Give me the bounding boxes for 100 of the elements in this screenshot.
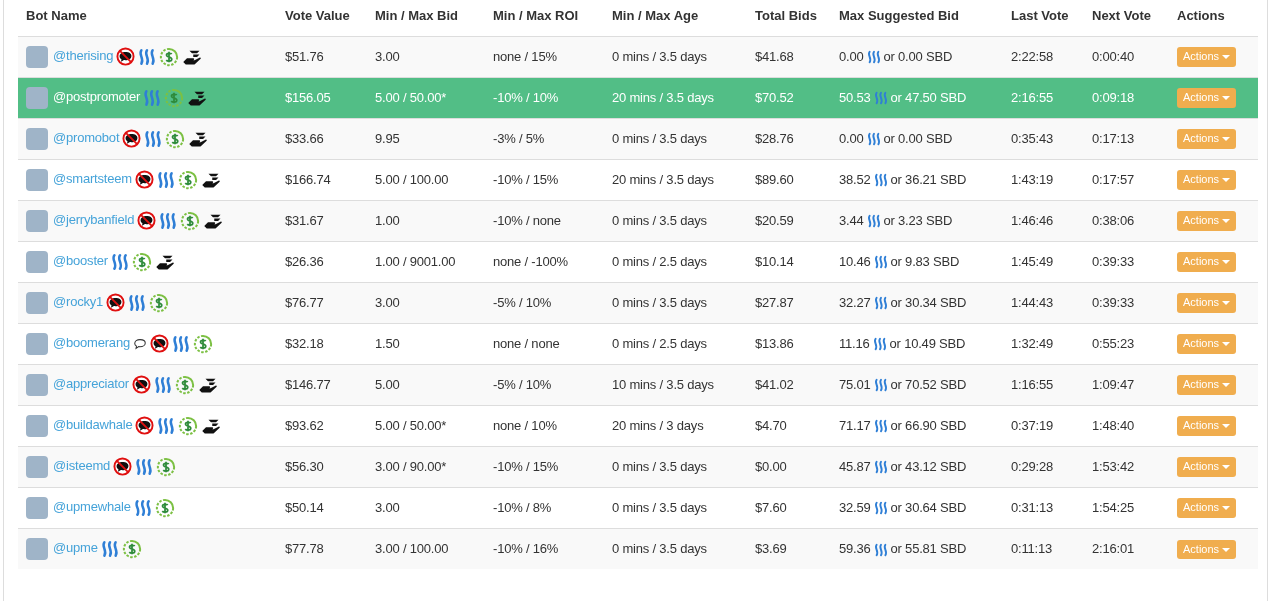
caret-icon — [1222, 260, 1231, 265]
table-cell: $27.87 — [747, 282, 831, 323]
steem-amount: 75.01 — [839, 376, 871, 392]
table-cell: -10% / 15% — [485, 446, 604, 487]
actions-button[interactable]: Actions — [1177, 293, 1237, 313]
steem-icon — [873, 542, 888, 557]
caret-icon — [1222, 383, 1231, 388]
table-cell: $20.59 — [747, 200, 831, 241]
actions-button[interactable]: Actions — [1177, 211, 1237, 231]
actions-button[interactable]: Actions — [1177, 252, 1237, 272]
table-cell: 1.00 — [367, 200, 485, 241]
table-cell: 9.95 — [367, 118, 485, 159]
sbd-amount: or 30.64 SBD — [890, 499, 967, 515]
table-cell: 0:11:13 — [1003, 528, 1084, 569]
actions-button[interactable]: Actions — [1177, 457, 1237, 477]
table-cell: $146.77 — [277, 364, 367, 405]
caret-icon — [1222, 55, 1231, 60]
bot-link[interactable]: @upme — [53, 540, 98, 556]
sbd-amount: or 3.23 SBD — [883, 212, 953, 228]
table-cell: 0:39:33 — [1084, 282, 1169, 323]
actions-button[interactable]: Actions — [1177, 539, 1237, 559]
actions-button[interactable]: Actions — [1177, 88, 1237, 108]
table-cell: -10% / 10% — [485, 77, 604, 118]
sbd-amount: or 9.83 SBD — [890, 253, 960, 269]
table-cell: 2:16:01 — [1084, 528, 1169, 569]
avatar-placeholder — [26, 168, 48, 191]
table-cell: 3.00 / 90.00* — [367, 446, 485, 487]
table-cell: $156.05 — [277, 77, 367, 118]
table-cell: 1:53:42 — [1084, 446, 1169, 487]
sbd-amount: or 55.81 SBD — [890, 541, 967, 556]
column-header: Next Vote — [1084, 0, 1169, 36]
actions-button[interactable]: Actions — [1177, 129, 1237, 149]
steem-icon — [873, 378, 888, 393]
bot-link[interactable]: @isteemd — [53, 457, 111, 473]
actions-button[interactable]: Actions — [1177, 375, 1237, 395]
table-cell: 20 mins / 3.5 days — [604, 77, 747, 118]
column-header: Vote Value — [277, 0, 367, 36]
bot-link[interactable]: @promobot — [53, 129, 120, 145]
table-cell: 0:00:40 — [1084, 36, 1169, 77]
table-cell: -10% / 16% — [485, 528, 604, 569]
steem-amount: 59.36 — [839, 541, 871, 556]
avatar-placeholder — [26, 455, 48, 478]
table-cell: $51.76 — [277, 36, 367, 77]
column-header: Min / Max Age — [604, 0, 747, 36]
caret-icon — [1222, 465, 1231, 470]
bot-link[interactable]: @buildawhale — [53, 416, 133, 432]
table-cell: 0:17:13 — [1084, 118, 1169, 159]
steem-amount: 50.53 — [839, 89, 871, 105]
bot-link[interactable]: @smartsteem — [53, 170, 132, 186]
actions-button[interactable]: Actions — [1177, 416, 1237, 436]
steem-icon — [873, 91, 888, 106]
avatar-placeholder — [26, 127, 48, 150]
sbd-amount: or 30.34 SBD — [890, 294, 967, 310]
steem-icon — [866, 132, 881, 147]
table-cell: 0 mins / 3.5 days — [604, 118, 747, 159]
sbd-amount: or 47.50 SBD — [890, 89, 967, 105]
steem-amount: 32.59 — [839, 499, 871, 515]
actions-button[interactable]: Actions — [1177, 498, 1237, 518]
table-cell: 5.00 — [367, 364, 485, 405]
bot-link[interactable]: @therising — [53, 47, 114, 63]
table-cell: 3.00 — [367, 282, 485, 323]
table-cell: $41.68 — [747, 36, 831, 77]
steem-amount: 11.16 — [839, 335, 870, 351]
sbd-amount: or 10.49 SBD — [889, 335, 966, 351]
table-cell: 0 mins / 3.5 days — [604, 282, 747, 323]
caret-icon — [1222, 301, 1231, 306]
steem-amount: 71.17 — [839, 417, 871, 433]
sbd-amount: or 0.00 SBD — [883, 130, 953, 146]
actions-button[interactable]: Actions — [1177, 47, 1237, 67]
table-cell: -10% / none — [485, 200, 604, 241]
table-cell: $3.69 — [747, 528, 831, 569]
steem-amount: 0.00 — [839, 130, 864, 146]
bot-link[interactable]: @postpromoter — [53, 88, 141, 104]
table-cell: $76.77 — [277, 282, 367, 323]
caret-icon — [1222, 96, 1231, 101]
table-cell: 3.00 — [367, 36, 485, 77]
table-cell: 0 mins / 3.5 days — [604, 200, 747, 241]
table-cell: -3% / 5% — [485, 118, 604, 159]
avatar-placeholder — [26, 291, 48, 314]
table-cell: 1:16:55 — [1003, 364, 1084, 405]
actions-button[interactable]: Actions — [1177, 334, 1237, 354]
steem-amount: 3.44 — [839, 212, 864, 228]
bot-link[interactable]: @booster — [53, 252, 108, 268]
bot-link[interactable]: @jerrybanfield — [53, 211, 135, 227]
avatar-placeholder — [26, 373, 48, 396]
bot-link[interactable]: @rocky1 — [53, 293, 104, 309]
bot-link[interactable]: @upmewhale — [53, 498, 131, 514]
avatar-placeholder — [26, 537, 48, 560]
table-cell: $28.76 — [747, 118, 831, 159]
steem-icon — [873, 501, 888, 516]
table-cell: 0:35:43 — [1003, 118, 1084, 159]
table-cell: 5.00 / 50.00* — [367, 77, 485, 118]
actions-button[interactable]: Actions — [1177, 170, 1237, 190]
caret-icon — [1222, 506, 1231, 511]
bot-link[interactable]: @appreciator — [53, 375, 129, 391]
table-cell: 0 mins / 3.5 days — [604, 36, 747, 77]
table-cell: $41.02 — [747, 364, 831, 405]
steem-amount: 32.27 — [839, 294, 871, 310]
steem-icon — [866, 214, 881, 229]
bot-link[interactable]: @boomerang — [53, 334, 130, 350]
